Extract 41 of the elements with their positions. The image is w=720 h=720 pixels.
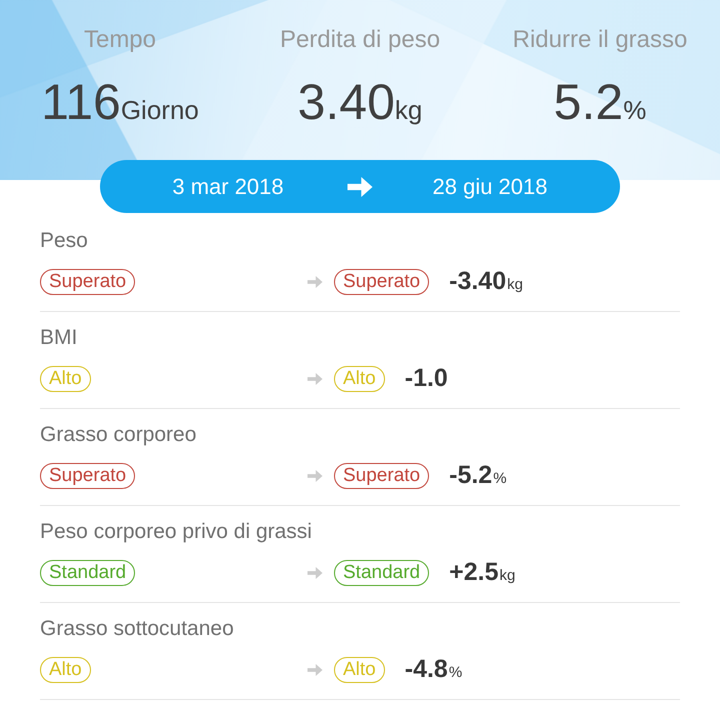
metric-name: Peso (40, 229, 89, 253)
status-tag: Standard (334, 560, 430, 586)
stat-label: Ridurre il grasso (512, 26, 688, 54)
metric-name: Grasso corporeo (40, 423, 198, 447)
metric-name: Peso corporeo privo di grassi (40, 520, 313, 544)
status-tag: Superato (334, 268, 430, 294)
stat-value: 116 (41, 74, 121, 130)
status-tag: Standard (40, 560, 136, 586)
change-unit: % (448, 664, 462, 681)
change-value: -3.40 (449, 267, 506, 296)
arrow-icon (307, 566, 323, 578)
arrow-icon (307, 372, 323, 384)
stat-unit: Giorno (120, 95, 199, 125)
change-value: -5.2 (449, 461, 492, 490)
stat-value: 3.40 (298, 74, 395, 130)
stat-label: Tempo (84, 26, 156, 54)
arrow-icon (307, 664, 323, 676)
status-tag: Alto (334, 366, 385, 392)
status-tag: Alto (334, 656, 385, 682)
arrow-icon (307, 276, 323, 288)
metric-name: Grasso sottocutaneo (40, 617, 235, 641)
change-value: +2.5 (449, 558, 498, 587)
status-tag: Superato (334, 462, 430, 488)
stat-value: 5.2 (554, 74, 624, 130)
stat-unit: % (623, 95, 646, 125)
stat-unit: kg (394, 95, 422, 125)
change-value: -1.0 (404, 364, 448, 393)
change-value: -4.8 (404, 655, 448, 684)
status-tag: Alto (40, 366, 91, 392)
status-tag: Alto (40, 656, 91, 682)
arrow-icon (307, 470, 323, 482)
status-tag: Superato (40, 268, 136, 294)
metric-name: BMI (40, 326, 78, 350)
status-tag: Superato (40, 462, 136, 488)
change-unit: % (493, 470, 507, 487)
arrow-icon (347, 176, 373, 196)
end-date: 28 giu 2018 (432, 174, 548, 200)
start-date: 3 mar 2018 (172, 174, 284, 200)
change-unit: kg (499, 567, 516, 584)
change-unit: kg (507, 276, 523, 293)
stat-label: Perdita di peso (280, 26, 440, 54)
